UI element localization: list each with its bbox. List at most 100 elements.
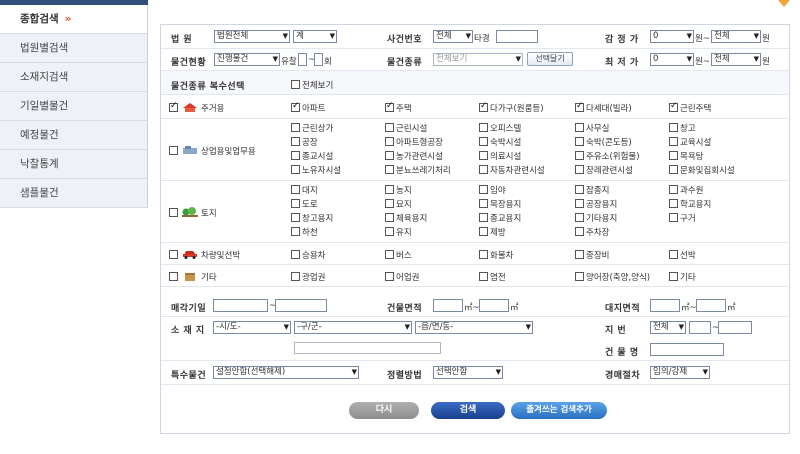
item-commercial-7[interactable]: 숙박시설 [479,136,521,148]
procedure-select[interactable]: 임의/강제 [650,366,710,379]
item-land-14[interactable]: 구거 [669,212,696,224]
sidebar-item-court-search[interactable]: 법원별검색 [0,34,148,63]
court-select[interactable]: 법원전체 [214,30,290,43]
reset-button[interactable]: 다시 [349,402,419,419]
item-etc-4[interactable]: 기타 [669,271,696,283]
special-select[interactable]: 설정안함(선택해제) [213,366,359,379]
item-etc-2[interactable]: 염전 [479,271,506,283]
item-land-11[interactable]: 체육용지 [385,212,427,224]
item-land-13[interactable]: 기타용지 [575,212,617,224]
item-vehicle-4[interactable]: 선박 [669,249,696,261]
status-select[interactable]: 진행물건 [214,53,280,66]
item-commercial-12[interactable]: 의료시설 [479,150,521,162]
select-kind-button[interactable]: 선택달기 [527,52,573,66]
item-etc-3[interactable]: 양어장(축양,양식) [575,271,650,283]
item-commercial-0[interactable]: 근린상가 [291,122,333,134]
item-commercial-15[interactable]: 노유자시설 [291,164,341,176]
item-land-9[interactable]: 학교용지 [669,198,711,210]
item-land-6[interactable]: 묘지 [385,198,412,210]
item-land-0[interactable]: 대지 [291,184,318,196]
view-all-checkbox[interactable]: 전체보기 [291,79,333,91]
item-commercial-3[interactable]: 사무실 [575,122,609,134]
land-area-min-input[interactable] [650,299,680,312]
item-etc-0[interactable]: 광업권 [291,271,325,283]
sort-select[interactable]: 선택안함 [433,366,503,379]
lot-end-input[interactable] [718,321,752,334]
item-land-16[interactable]: 유지 [385,226,412,238]
item-vehicle-3[interactable]: 중장비 [575,249,609,261]
category-residential[interactable]: 주거용 [169,101,224,114]
sido-select[interactable]: -시/도- [213,321,291,334]
fail-count-max-input[interactable] [314,53,323,66]
item-commercial-9[interactable]: 교육시설 [669,136,711,148]
item-commercial-17[interactable]: 자동차관련시설 [479,164,545,176]
item-land-15[interactable]: 하천 [291,226,318,238]
sidebar-item-date-items[interactable]: 기일별물건 [0,92,148,121]
fail-count-min-input[interactable] [298,53,307,66]
item-commercial-13[interactable]: 주유소(위험물) [575,150,640,162]
bldg-name-input[interactable] [650,343,724,356]
item-commercial-19[interactable]: 문화및집회시설 [669,164,735,176]
category-land[interactable]: 토지 [169,207,217,219]
item-commercial-1[interactable]: 근린시설 [385,122,427,134]
item-commercial-2[interactable]: 오피스텔 [479,122,521,134]
item-multi-household[interactable]: 다세대(빌라) [575,101,632,114]
item-commercial-5[interactable]: 공장 [291,136,318,148]
category-commercial[interactable]: 상업용및업무용 [169,145,256,157]
item-land-1[interactable]: 농지 [385,184,412,196]
dong-select[interactable]: -읍/면/동- [415,321,533,334]
item-land-2[interactable]: 임야 [479,184,506,196]
lot-select[interactable]: 전체 [650,321,686,334]
item-etc-1[interactable]: 어업권 [385,271,419,283]
item-land-18[interactable]: 주차장 [575,226,609,238]
item-land-10[interactable]: 창고용지 [291,212,333,224]
item-house[interactable]: 주택 [385,101,412,114]
item-vehicle-0[interactable]: 승용차 [291,249,325,261]
case-year-select[interactable]: 전체 [433,30,473,43]
kind-select[interactable]: 전체보기 [433,53,523,66]
item-commercial-8[interactable]: 숙박(콘도등) [575,136,632,148]
item-commercial-11[interactable]: 농가관련시설 [385,150,443,162]
case-no-input[interactable] [496,30,538,43]
item-commercial-10[interactable]: 종교시설 [291,150,333,162]
lot-start-input[interactable] [689,321,711,334]
land-area-max-input[interactable] [696,299,726,312]
item-vehicle-1[interactable]: 버스 [385,249,412,261]
category-etc[interactable]: 기타 [169,271,217,283]
gugun-select[interactable]: -구/군- [294,321,412,334]
sidebar-item-sample-items[interactable]: 샘플물건 [0,179,148,208]
item-commercial-18[interactable]: 장례관련시설 [575,164,633,176]
item-vehicle-2[interactable]: 화물차 [479,249,513,261]
item-land-3[interactable]: 잡종지 [575,184,609,196]
item-land-4[interactable]: 과수원 [669,184,703,196]
sidebar-item-total-search[interactable]: 종합검색 » [0,5,148,34]
item-land-7[interactable]: 목장용지 [479,198,521,210]
lowest-max-select[interactable]: 전체 [711,53,761,66]
sale-date-start-input[interactable] [213,299,268,312]
item-land-12[interactable]: 종교용지 [479,212,521,224]
lowest-min-select[interactable]: 0 [650,53,694,66]
sidebar-item-winning-stats[interactable]: 낙찰통계 [0,150,148,179]
item-commercial-6[interactable]: 아파트형공장 [385,136,443,148]
category-vehicle[interactable]: 차량및선박 [169,249,240,261]
add-favorite-search-button[interactable]: 즐겨쓰는 검색추가 [511,402,607,419]
item-commercial-16[interactable]: 분뇨쓰레기처리 [385,164,451,176]
bldg-area-max-input[interactable] [479,299,509,312]
bldg-area-min-input[interactable] [433,299,463,312]
item-land-8[interactable]: 공장용지 [575,198,617,210]
sidebar-item-scheduled-items[interactable]: 예정물건 [0,121,148,150]
item-commercial-14[interactable]: 목욕탕 [669,150,703,162]
item-land-17[interactable]: 제방 [479,226,506,238]
sidebar-item-location-search[interactable]: 소재지검색 [0,63,148,92]
item-apartment[interactable]: 아파트 [291,101,325,114]
item-commercial-4[interactable]: 창고 [669,122,696,134]
item-multi-family[interactable]: 다가구(원룸등) [479,101,544,114]
address-detail-input[interactable] [294,342,441,354]
search-button[interactable]: 검색 [431,402,505,419]
appraisal-max-select[interactable]: 전체 [711,30,761,43]
appraisal-min-select[interactable]: 0 [650,30,694,43]
branch-select[interactable]: 계 [293,30,337,43]
sale-date-end-input[interactable] [275,299,327,312]
item-neighborhood-house[interactable]: 근린주택 [669,101,711,114]
item-land-5[interactable]: 도로 [291,198,318,210]
